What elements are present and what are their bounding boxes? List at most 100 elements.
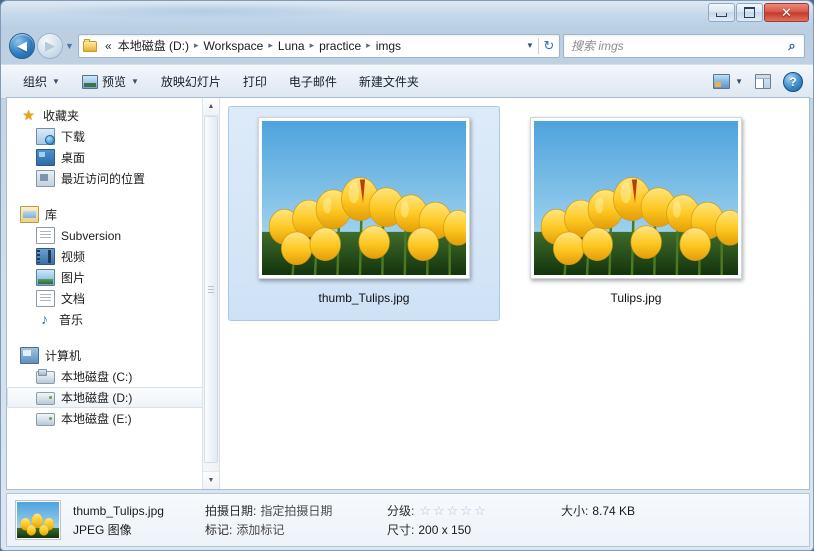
sidebar-item-favorites[interactable]: ★ 收藏夹 bbox=[7, 105, 219, 126]
file-list-pane[interactable]: thumb_Tulips.jpg Tulips.jpg bbox=[219, 98, 809, 489]
forward-button[interactable]: ▶ bbox=[37, 32, 63, 59]
sidebar-item-computer[interactable]: 计算机 bbox=[7, 345, 219, 366]
chevron-down-icon[interactable]: ▼ bbox=[735, 77, 743, 86]
details-column-date: 拍摄日期: 指定拍摄日期 标记: 添加标记 bbox=[205, 501, 387, 539]
star-icon[interactable]: ☆ bbox=[460, 504, 472, 517]
scroll-down-icon[interactable]: ▼ bbox=[203, 471, 219, 489]
help-icon[interactable]: ? bbox=[783, 71, 803, 92]
sidebar-item-downloads[interactable]: 下载 bbox=[7, 126, 219, 147]
sidebar-label: 文档 bbox=[61, 292, 86, 306]
thumbnail-frame bbox=[530, 117, 742, 279]
maximize-button[interactable] bbox=[736, 3, 763, 22]
address-bar[interactable]: « 本地磁盘 (D:) ▸ Workspace ▸ Luna ▸ practic… bbox=[78, 33, 560, 58]
minimize-button[interactable] bbox=[708, 3, 735, 22]
star-icon[interactable]: ☆ bbox=[474, 504, 486, 517]
breadcrumb-item-practice[interactable]: practice bbox=[316, 37, 364, 55]
breadcrumb-overflow[interactable]: « bbox=[102, 39, 115, 53]
chevron-down-icon[interactable]: ▼ bbox=[522, 41, 538, 50]
breadcrumb-item-workspace[interactable]: Workspace bbox=[201, 37, 267, 55]
star-icon[interactable]: ☆ bbox=[447, 504, 459, 517]
star-icon[interactable]: ☆ bbox=[419, 504, 431, 517]
history-dropdown-button[interactable]: ▼ bbox=[63, 41, 76, 51]
breadcrumb-item-drive[interactable]: 本地磁盘 (D:) bbox=[115, 35, 192, 56]
details-tags-row: 标记: 添加标记 bbox=[205, 520, 387, 539]
sidebar-item-drive-e[interactable]: 本地磁盘 (E:) bbox=[7, 408, 219, 429]
breadcrumb-separator[interactable]: ▸ bbox=[192, 40, 201, 51]
print-button[interactable]: 打印 bbox=[233, 69, 277, 94]
scrollbar-thumb[interactable] bbox=[204, 116, 218, 463]
nav-group-computer: 计算机 本地磁盘 (C:) 本地磁盘 (D:) 本地磁盘 (E:) bbox=[7, 345, 219, 429]
breadcrumb: « 本地磁盘 (D:) ▸ Workspace ▸ Luna ▸ practic… bbox=[102, 35, 522, 56]
email-button[interactable]: 电子邮件 bbox=[279, 69, 347, 94]
sidebar-item-subversion[interactable]: Subversion bbox=[7, 225, 219, 246]
sidebar-item-videos[interactable]: 视频 bbox=[7, 246, 219, 267]
sidebar-item-recent-places[interactable]: 最近访问的位置 bbox=[7, 168, 219, 189]
sidebar-label: 下载 bbox=[61, 130, 86, 144]
scroll-up-icon[interactable]: ▲ bbox=[203, 98, 219, 116]
refresh-icon[interactable]: ↻ bbox=[538, 37, 559, 54]
file-name-label: Tulips.jpg bbox=[610, 291, 662, 305]
breadcrumb-separator[interactable]: ▸ bbox=[364, 40, 373, 51]
details-tags-value[interactable]: 添加标记 bbox=[236, 521, 284, 538]
preview-pane-icon[interactable] bbox=[755, 74, 771, 89]
library-icon bbox=[20, 206, 39, 223]
preview-button[interactable]: 预览 ▼ bbox=[72, 69, 149, 94]
sidebar-item-documents[interactable]: 文档 bbox=[7, 288, 219, 309]
search-input[interactable]: 搜索 imgs bbox=[564, 37, 780, 54]
breadcrumb-separator[interactable]: ▸ bbox=[266, 40, 275, 51]
toolbar-right-group: ▼ ? bbox=[713, 71, 813, 92]
sidebar-item-drive-c[interactable]: 本地磁盘 (C:) bbox=[7, 366, 219, 387]
drive-icon bbox=[36, 413, 55, 426]
rating-stars[interactable]: ☆ ☆ ☆ ☆ ☆ bbox=[419, 504, 487, 517]
recent-places-icon bbox=[36, 170, 55, 187]
back-button[interactable]: ◀ bbox=[9, 32, 35, 59]
details-column-rating: 分级: ☆ ☆ ☆ ☆ ☆ 尺寸: 200 x 150 bbox=[387, 501, 561, 539]
details-filetype: JPEG 图像 bbox=[73, 523, 132, 537]
change-view-icon[interactable] bbox=[713, 74, 731, 89]
tulips-thumbnail-image bbox=[262, 121, 466, 275]
close-icon: ✕ bbox=[781, 5, 792, 20]
sidebar-item-libraries[interactable]: 库 bbox=[7, 204, 219, 225]
music-icon: ♪ bbox=[41, 311, 48, 327]
file-item-thumb-tulips[interactable]: thumb_Tulips.jpg bbox=[228, 106, 500, 321]
desktop-icon bbox=[36, 149, 55, 166]
sidebar-label: Subversion bbox=[61, 228, 122, 243]
details-rating-row: 分级: ☆ ☆ ☆ ☆ ☆ bbox=[387, 501, 561, 520]
breadcrumb-separator[interactable]: ▸ bbox=[308, 40, 317, 51]
details-tags-key: 标记: bbox=[205, 523, 233, 537]
details-date-value[interactable]: 指定拍摄日期 bbox=[260, 502, 332, 519]
close-button[interactable]: ✕ bbox=[764, 3, 809, 22]
details-size-key: 大小: bbox=[561, 504, 589, 518]
chevron-down-icon: ▼ bbox=[52, 77, 60, 86]
breadcrumb-item-imgs[interactable]: imgs bbox=[373, 37, 404, 55]
search-box[interactable]: 搜索 imgs ⌕ bbox=[563, 33, 805, 58]
details-column-name: thumb_Tulips.jpg JPEG 图像 bbox=[73, 501, 205, 539]
details-pane: thumb_Tulips.jpg JPEG 图像 拍摄日期: 指定拍摄日期 标记… bbox=[6, 493, 810, 547]
back-arrow-icon: ◀ bbox=[17, 38, 27, 53]
maximize-icon bbox=[737, 4, 762, 21]
video-icon bbox=[36, 248, 55, 265]
sidebar-item-music[interactable]: ♪ 音乐 bbox=[7, 309, 219, 330]
picture-icon bbox=[81, 74, 98, 89]
breadcrumb-item-luna[interactable]: Luna bbox=[275, 37, 308, 55]
sidebar-label: 最近访问的位置 bbox=[61, 172, 146, 186]
sidebar-item-desktop[interactable]: 桌面 bbox=[7, 147, 219, 168]
explorer-body: ★ 收藏夹 下载 桌面 最近访问的位置 库 Subversion 视频 图片 文… bbox=[6, 97, 810, 490]
toolbar: 组织 ▼ 预览 ▼ 放映幻灯片 打印 电子邮件 新建文件夹 ▼ ? bbox=[1, 64, 813, 99]
sidebar-scrollbar[interactable]: ▲ ▼ bbox=[202, 98, 219, 489]
title-bar[interactable]: ✕ bbox=[1, 1, 813, 27]
details-size-value: 8.74 KB bbox=[592, 503, 636, 518]
details-columns: thumb_Tulips.jpg JPEG 图像 拍摄日期: 指定拍摄日期 标记… bbox=[73, 501, 711, 539]
slideshow-button[interactable]: 放映幻灯片 bbox=[151, 69, 231, 94]
file-item-tulips[interactable]: Tulips.jpg bbox=[500, 106, 772, 321]
address-bar-row: ◀ ▶ ▼ « 本地磁盘 (D:) ▸ Workspace ▸ Luna ▸ p… bbox=[1, 28, 813, 63]
organize-button[interactable]: 组织 ▼ bbox=[13, 69, 70, 94]
star-icon[interactable]: ☆ bbox=[433, 504, 445, 517]
sidebar-item-drive-d[interactable]: 本地磁盘 (D:) bbox=[7, 387, 219, 408]
new-folder-button[interactable]: 新建文件夹 bbox=[349, 69, 429, 94]
details-filename: thumb_Tulips.jpg bbox=[73, 503, 164, 518]
sidebar-label: 库 bbox=[45, 208, 58, 222]
scrollbar-grip-icon bbox=[208, 285, 214, 294]
sidebar-item-pictures[interactable]: 图片 bbox=[7, 267, 219, 288]
